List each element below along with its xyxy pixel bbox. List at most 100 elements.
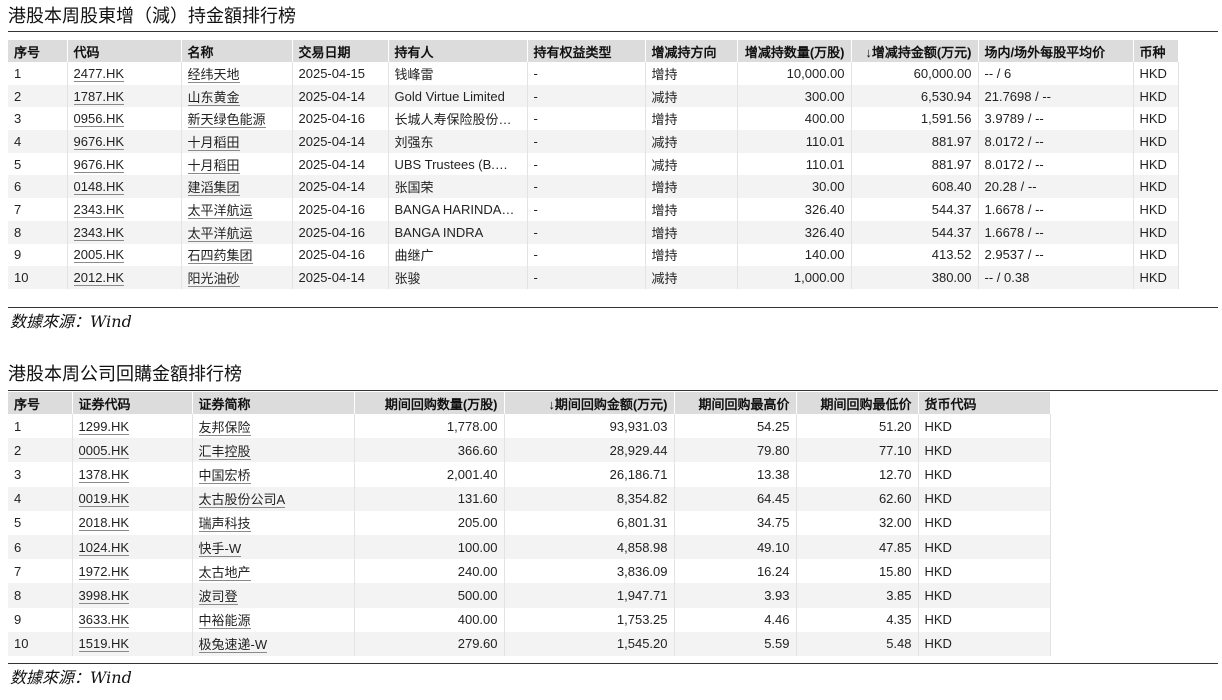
column-header[interactable]: 期间回购最低价 [796,392,919,414]
security-link[interactable]: 中国宏桥 [198,467,251,484]
security-link[interactable]: 太古股份公司A [198,492,286,509]
security-link[interactable]: 0005.HK [78,442,130,459]
table-cell[interactable]: 2012.HK [67,266,182,289]
table-cell[interactable]: 友邦保险 [192,414,355,439]
security-link[interactable]: 1024.HK [78,539,130,556]
table-cell[interactable]: 0019.HK [72,486,193,511]
table-cell[interactable]: 9676.HK [67,130,182,153]
table-cell[interactable]: 3998.HK [72,583,193,608]
security-link[interactable]: 建滔集团 [187,180,240,197]
column-header[interactable]: 货币代码 [918,392,1051,414]
column-header[interactable]: 币种 [1133,40,1179,62]
column-header[interactable]: 证券简称 [192,392,355,414]
column-header[interactable]: ↓增减持金额(万元) [851,40,979,62]
table-cell[interactable]: 2005.HK [67,243,182,267]
security-link[interactable]: 2005.HK [73,247,125,264]
column-header[interactable]: ↓期间回购金额(万元) [504,392,675,414]
table-cell[interactable]: 0148.HK [67,175,182,199]
table-cell[interactable]: 阳光油砂 [181,266,293,289]
security-link[interactable]: 山东黄金 [187,89,240,106]
column-header[interactable]: 期间回购最高价 [674,392,797,414]
column-header[interactable]: 名称 [181,40,293,62]
table-cell[interactable]: 2343.HK [67,198,182,221]
security-link[interactable]: 0148.HK [73,179,125,196]
security-link[interactable]: 9676.HK [73,133,125,150]
security-link[interactable]: 友邦保险 [198,419,251,436]
column-header[interactable]: 序号 [8,392,73,414]
security-link[interactable]: 1378.HK [78,466,130,483]
security-link[interactable]: 0956.HK [73,111,125,128]
security-link[interactable]: 1299.HK [78,418,130,435]
security-link[interactable]: 阳光油砂 [187,271,240,288]
security-link[interactable]: 1519.HK [78,636,130,653]
table-cell[interactable]: 2018.HK [72,510,193,535]
column-header[interactable]: 增减持数量(万股) [737,40,852,62]
table-cell[interactable]: 2477.HK [67,62,182,85]
table-cell[interactable]: 太平洋航运 [181,198,293,221]
table-cell[interactable]: 新天绿色能源 [181,107,293,131]
security-link[interactable]: 波司登 [198,588,238,605]
security-link[interactable]: 太古地产 [198,564,251,581]
security-link[interactable]: 汇丰控股 [198,443,251,460]
table-cell[interactable]: 1519.HK [72,631,193,656]
table-cell[interactable]: 建滔集团 [181,175,293,199]
table-cell[interactable]: 0005.HK [72,438,193,463]
table-cell[interactable]: 3633.HK [72,607,193,632]
column-header[interactable]: 交易日期 [292,40,389,62]
security-link[interactable]: 2477.HK [73,65,125,82]
security-link[interactable]: 2018.HK [78,515,130,532]
column-header[interactable]: 持有人 [388,40,528,62]
table-cell[interactable]: 9676.HK [67,152,182,176]
table-cell[interactable]: 石四药集团 [181,243,293,267]
table-cell[interactable]: 0956.HK [67,107,182,131]
column-header[interactable]: 场内/场外每股平均价 [978,40,1134,62]
column-header[interactable]: 序号 [8,40,68,62]
security-link[interactable]: 石四药集团 [187,248,253,265]
security-link[interactable]: 2343.HK [73,201,125,218]
security-link[interactable]: 中裕能源 [198,613,251,630]
table-cell[interactable]: 十月稻田 [181,152,293,176]
table-cell[interactable]: 山东黄金 [181,84,293,108]
security-link[interactable]: 新天绿色能源 [187,112,266,129]
column-header[interactable]: 期间回购数量(万股) [354,392,505,414]
table-cell[interactable]: 极兔速递-W [192,631,355,656]
table-cell[interactable]: 太古股份公司A [192,486,355,511]
table-cell[interactable]: 太古地产 [192,559,355,584]
column-header[interactable]: 证券代码 [72,392,193,414]
table-cell[interactable]: 1787.HK [67,84,182,108]
table-cell: 6 [8,534,73,560]
security-link[interactable]: 2012.HK [73,270,125,287]
column-header[interactable]: 代码 [67,40,182,62]
security-link[interactable]: 0019.HK [78,491,130,508]
table-cell[interactable]: 经纬天地 [181,62,293,85]
table-cell[interactable]: 太平洋航运 [181,220,293,244]
security-link[interactable]: 3998.HK [78,587,130,604]
table-cell[interactable]: 1972.HK [72,559,193,584]
table-cell[interactable]: 1378.HK [72,462,193,487]
security-link[interactable]: 快手-W [198,540,242,557]
security-link[interactable]: 十月稻田 [187,134,240,151]
security-link[interactable]: 2343.HK [73,224,125,241]
security-link[interactable]: 极兔速递-W [198,637,268,654]
column-header[interactable]: 持有权益类型 [527,40,646,62]
security-link[interactable]: 瑞声科技 [198,516,251,533]
security-link[interactable]: 3633.HK [78,612,130,629]
table-cell[interactable]: 1299.HK [72,414,193,439]
table-cell[interactable]: 快手-W [192,534,355,560]
table-cell[interactable]: 汇丰控股 [192,438,355,463]
security-link[interactable]: 太平洋航运 [187,202,253,219]
table-cell[interactable]: 1024.HK [72,534,193,560]
column-header[interactable]: 增减持方向 [645,40,738,62]
security-link[interactable]: 1787.HK [73,88,125,105]
security-link[interactable]: 十月稻田 [187,157,240,174]
security-link[interactable]: 经纬天地 [187,66,240,83]
security-link[interactable]: 1972.HK [78,563,130,580]
table-cell[interactable]: 2343.HK [67,220,182,244]
table-cell[interactable]: 瑞声科技 [192,510,355,535]
table-cell[interactable]: 波司登 [192,583,355,608]
table-cell[interactable]: 中国宏桥 [192,462,355,487]
table-cell[interactable]: 中裕能源 [192,607,355,632]
security-link[interactable]: 太平洋航运 [187,225,253,242]
table-cell[interactable]: 十月稻田 [181,130,293,153]
security-link[interactable]: 9676.HK [73,156,125,173]
